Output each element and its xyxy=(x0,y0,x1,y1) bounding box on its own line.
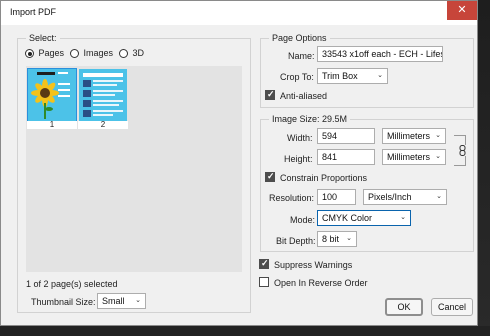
window-title: Import PDF xyxy=(10,7,57,17)
link-icon[interactable] xyxy=(458,145,467,156)
radio-3d-indicator[interactable] xyxy=(119,49,128,59)
anti-aliased-label: Anti-aliased xyxy=(280,91,328,101)
page-thumbnail-2[interactable]: 2 xyxy=(78,68,128,129)
page-number-1: 1 xyxy=(27,121,77,129)
height-label: Height: xyxy=(284,154,313,164)
thumbnail-pane[interactable]: 1 2 xyxy=(26,66,242,272)
image-size-legend: Image Size: 29.5M xyxy=(269,114,351,124)
constrain-proportions-option[interactable]: Constrain Proportions xyxy=(265,171,367,184)
radio-images-label: Images xyxy=(83,48,114,58)
text-page-image xyxy=(79,69,127,121)
chain-link-glyph xyxy=(459,145,466,156)
radio-pages[interactable]: Pages xyxy=(25,48,65,59)
thumbnail-size-value: Small xyxy=(102,296,125,306)
chevron-down-icon: ⌄ xyxy=(346,235,352,242)
background-right xyxy=(478,0,490,336)
radio-images[interactable]: Images xyxy=(70,48,114,59)
radio-pages-label: Pages xyxy=(38,48,65,58)
suppress-warnings-label: Suppress Warnings xyxy=(274,260,353,270)
resolution-field[interactable]: 100 xyxy=(317,189,356,205)
page-2-preview xyxy=(79,69,127,121)
anti-aliased-checkbox[interactable] xyxy=(265,89,275,100)
chevron-down-icon: ⌄ xyxy=(400,214,406,221)
close-button[interactable]: ✕ xyxy=(447,1,477,20)
reverse-order-option[interactable]: Open In Reverse Order xyxy=(259,277,368,289)
anti-aliased-option[interactable]: Anti-aliased xyxy=(265,89,327,102)
radio-3d[interactable]: 3D xyxy=(119,48,145,59)
page-thumbnail-1[interactable]: 1 xyxy=(27,68,77,129)
thumbnail-size-label: Thumbnail Size: xyxy=(31,297,96,307)
width-label: Width: xyxy=(287,133,313,143)
width-unit-value: Millimeters xyxy=(387,131,431,141)
name-label: Name: xyxy=(288,51,315,61)
mode-select[interactable]: CMYK Color ⌄ xyxy=(317,210,411,226)
height-field[interactable]: 841 xyxy=(317,149,375,165)
constrain-proportions-checkbox[interactable] xyxy=(265,171,275,182)
chevron-down-icon: ⌄ xyxy=(377,72,383,79)
resolution-label: Resolution: xyxy=(269,193,315,203)
mode-value: CMYK Color xyxy=(322,213,373,223)
suppress-warnings-option[interactable]: Suppress Warnings xyxy=(259,258,352,271)
radio-images-indicator[interactable] xyxy=(70,49,79,59)
bit-depth-label: Bit Depth: xyxy=(276,236,316,246)
chevron-down-icon: ⌄ xyxy=(435,132,441,139)
width-field[interactable]: 594 xyxy=(317,128,375,144)
width-unit-select[interactable]: Millimeters ⌄ xyxy=(382,128,446,144)
chevron-down-icon: ⌄ xyxy=(135,297,141,304)
crop-to-label: Crop To: xyxy=(280,72,314,82)
import-pdf-dialog: Import PDF ✕ Select: Pages Images 3D 1 2… xyxy=(0,0,478,326)
resolution-unit-select[interactable]: Pixels/Inch ⌄ xyxy=(363,189,447,205)
mode-label: Mode: xyxy=(290,215,316,225)
name-field[interactable]: 33543 x1off each - ECH - Lifest xyxy=(317,46,443,62)
radio-pages-indicator[interactable] xyxy=(25,49,34,59)
page-options-legend: Page Options xyxy=(269,33,330,43)
cancel-button[interactable]: Cancel xyxy=(431,298,473,316)
reverse-order-checkbox[interactable] xyxy=(259,277,269,287)
select-legend: Select: xyxy=(26,33,60,43)
height-unit-value: Millimeters xyxy=(387,152,431,162)
chevron-down-icon: ⌄ xyxy=(436,193,442,200)
bit-depth-select[interactable]: 8 bit ⌄ xyxy=(317,231,357,247)
crop-to-select[interactable]: Trim Box ⌄ xyxy=(317,68,388,84)
thumbnail-size-select[interactable]: Small ⌄ xyxy=(97,293,146,309)
bit-depth-value: 8 bit xyxy=(322,234,340,244)
title-bar[interactable]: Import PDF ✕ xyxy=(1,1,477,25)
selection-status: 1 of 2 page(s) selected xyxy=(26,279,118,289)
ok-button[interactable]: OK xyxy=(385,298,423,316)
reverse-order-label: Open In Reverse Order xyxy=(274,278,368,288)
constrain-proportions-label: Constrain Proportions xyxy=(280,173,368,183)
crop-to-value: Trim Box xyxy=(322,71,358,81)
height-unit-select[interactable]: Millimeters ⌄ xyxy=(382,149,446,165)
radio-3d-label: 3D xyxy=(132,48,145,58)
chevron-down-icon: ⌄ xyxy=(435,153,441,160)
page-number-2: 2 xyxy=(78,121,128,129)
background-bottom xyxy=(0,326,490,336)
suppress-warnings-checkbox[interactable] xyxy=(259,258,269,269)
resolution-unit-value: Pixels/Inch xyxy=(368,192,412,202)
